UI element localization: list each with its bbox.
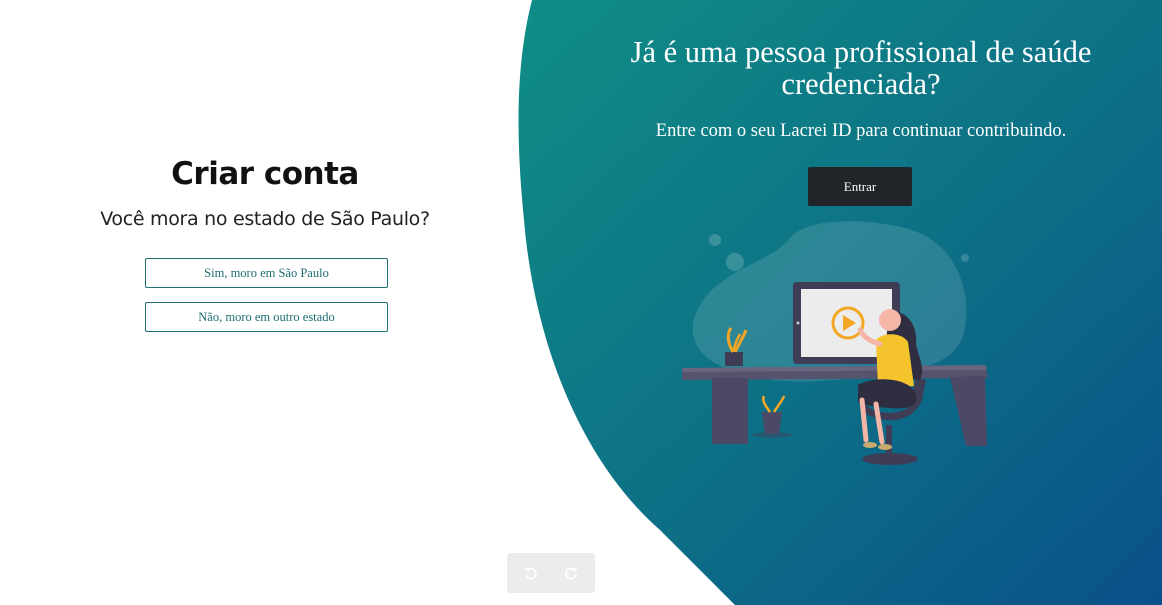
undo-icon	[524, 567, 537, 580]
signup-panel: Criar conta Você mora no estado de São P…	[0, 0, 530, 605]
option-no-button[interactable]: Não, moro em outro estado	[145, 302, 388, 332]
redo-button[interactable]	[563, 565, 579, 581]
history-toolbar	[507, 553, 595, 593]
video-call-illustration	[682, 221, 988, 465]
page-title: Criar conta	[171, 156, 359, 192]
option-yes-button[interactable]: Sim, moro em São Paulo	[145, 258, 388, 288]
headline-line-2: credenciada?	[781, 67, 941, 101]
login-subtitle: Entre com o seu Lacrei ID para continuar…	[655, 121, 1067, 141]
login-button[interactable]: Entrar	[808, 167, 912, 206]
undo-button[interactable]	[523, 565, 539, 581]
residence-question: Você mora no estado de São Paulo?	[100, 208, 430, 230]
redo-icon	[565, 567, 578, 580]
login-headline: Já é uma pessoa profissional de saúde cr…	[560, 36, 1162, 100]
headline-line-1: Já é uma pessoa profissional de saúde	[630, 35, 1092, 69]
